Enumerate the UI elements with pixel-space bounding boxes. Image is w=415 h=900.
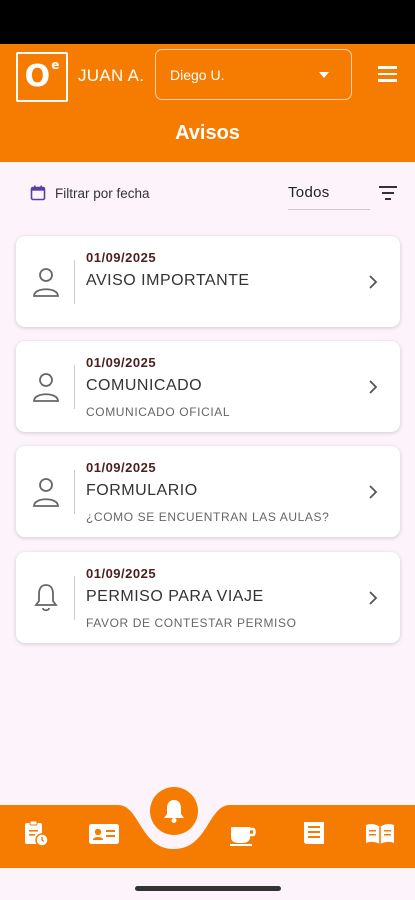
chevron-right-icon [369,591,378,605]
system-navigation-bar [0,868,415,900]
notice-title: FORMULARIO [86,482,198,499]
notice-title: AVISO IMPORTANTE [86,272,250,289]
book-icon[interactable] [364,819,396,847]
notice-date: 01/09/2025 [86,355,157,370]
type-filter-select[interactable]: Todos [288,184,370,210]
notice-card[interactable]: 01/09/2025 AVISO IMPORTANTE [16,236,400,327]
student-selector[interactable]: Diego U. [155,49,352,100]
calendar-icon[interactable] [30,185,46,201]
clipboard-clock-icon[interactable] [22,819,50,847]
notice-title: PERMISO PARA VIAJE [86,588,264,605]
card-divider [74,365,75,409]
app-bar: Oe JUAN A. Diego U. Avisos [0,44,415,162]
card-divider [74,576,75,620]
person-icon [33,268,59,297]
coffee-cup-icon[interactable] [228,819,258,847]
notice-title: COMUNICADO [86,377,203,394]
bottom-navigation [0,805,415,868]
person-icon [33,478,59,507]
date-filter-button[interactable]: Filtrar por fecha [55,186,150,201]
notice-date: 01/09/2025 [86,250,157,265]
notice-date: 01/09/2025 [86,460,157,475]
notice-card[interactable]: 01/09/2025 FORMULARIO ¿COMO SE ENCUENTRAN … [16,446,400,537]
notice-subtitle: ¿COMO SE ENCUENTRAN LAS AULAS? [86,510,330,524]
person-icon [33,373,59,402]
notices-tab-button[interactable] [150,787,198,835]
student-selector-value: Diego U. [170,66,225,83]
card-divider [74,470,75,514]
bell-icon [164,800,184,823]
notice-card[interactable]: 01/09/2025 COMUNICADO COMUNICADO OFICIAL [16,341,400,432]
chevron-right-icon [369,380,378,394]
hamburger-menu-icon[interactable] [378,66,404,86]
page-title: Avisos [175,122,240,144]
notice-subtitle: FAVOR DE CONTESTAR PERMISO [86,616,297,630]
caret-down-icon [319,72,329,78]
card-divider [74,260,75,304]
chevron-right-icon [369,485,378,499]
bell-icon [34,584,58,612]
home-gesture-bar[interactable] [135,886,281,891]
filter-row: Filtrar por fecha Todos [0,180,415,210]
bottom-nav-background [0,805,415,868]
newspaper-icon[interactable] [300,819,328,847]
status-bar [0,0,415,44]
notice-subtitle: COMUNICADO OFICIAL [86,405,231,419]
chevron-right-icon [369,275,378,289]
contact-card-icon[interactable] [88,819,120,847]
notice-date: 01/09/2025 [86,566,157,581]
notice-card[interactable]: 01/09/2025 PERMISO PARA VIAJE FAVOR DE CON… [16,552,400,643]
user-name: JUAN A. [78,66,145,85]
filter-lines-icon[interactable] [378,186,398,202]
school-logo: Oe [16,52,68,102]
